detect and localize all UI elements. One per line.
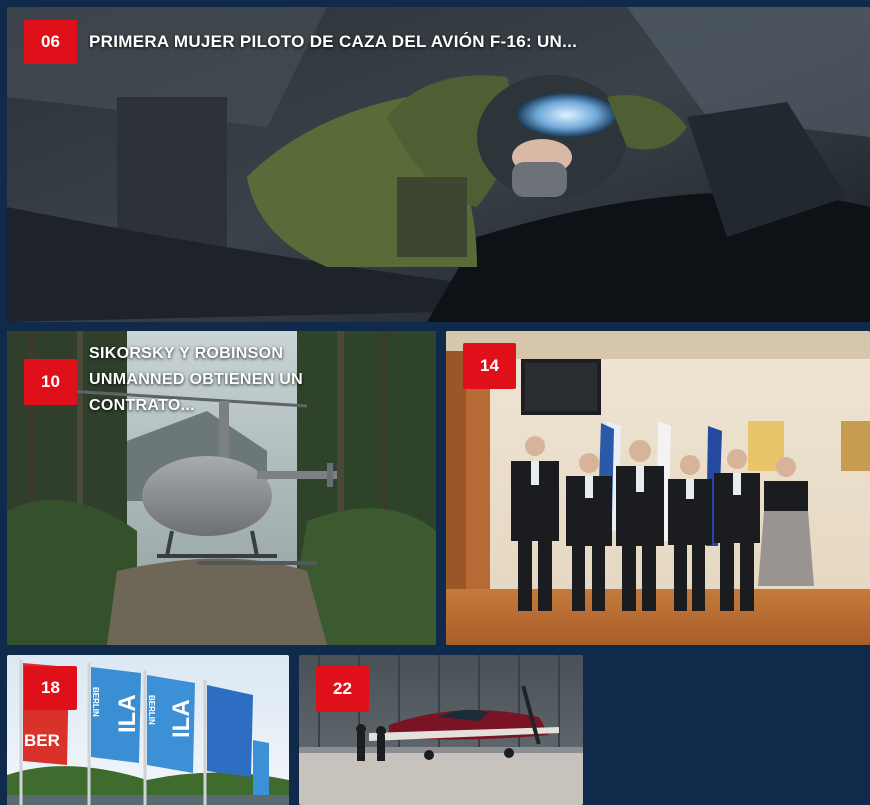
news-card-22[interactable]: 22: [299, 655, 583, 805]
card-title[interactable]: SIKORSKY Y ROBINSON UNMANNED OBTIENEN UN…: [89, 341, 364, 419]
card-title[interactable]: PRIMERA MUJER PILOTO DE CAZA DEL AVIÓN F…: [89, 32, 789, 52]
news-card-06[interactable]: 06 PRIMERA MUJER PILOTO DE CAZA DEL AVIÓ…: [7, 7, 870, 322]
card-number-badge: 18: [24, 666, 77, 710]
card-06-image: [7, 7, 870, 322]
flag-text: ILA: [168, 699, 195, 738]
card-number-badge: 06: [24, 20, 77, 64]
card-number-badge: 14: [463, 343, 516, 389]
news-card-18[interactable]: BER ILA BERLIN ILA BERLIN 18: [7, 655, 289, 805]
news-card-14[interactable]: 14: [446, 331, 870, 645]
card-number-badge: 10: [24, 359, 77, 405]
flag-text: ILA: [114, 694, 141, 733]
flag-text: BERLIN: [147, 695, 156, 725]
card-number-badge: 22: [316, 666, 369, 712]
news-card-10[interactable]: 10 SIKORSKY Y ROBINSON UNMANNED OBTIENEN…: [7, 331, 436, 645]
flag-text: BERLIN: [91, 687, 100, 717]
flag-text: BER: [24, 731, 60, 750]
